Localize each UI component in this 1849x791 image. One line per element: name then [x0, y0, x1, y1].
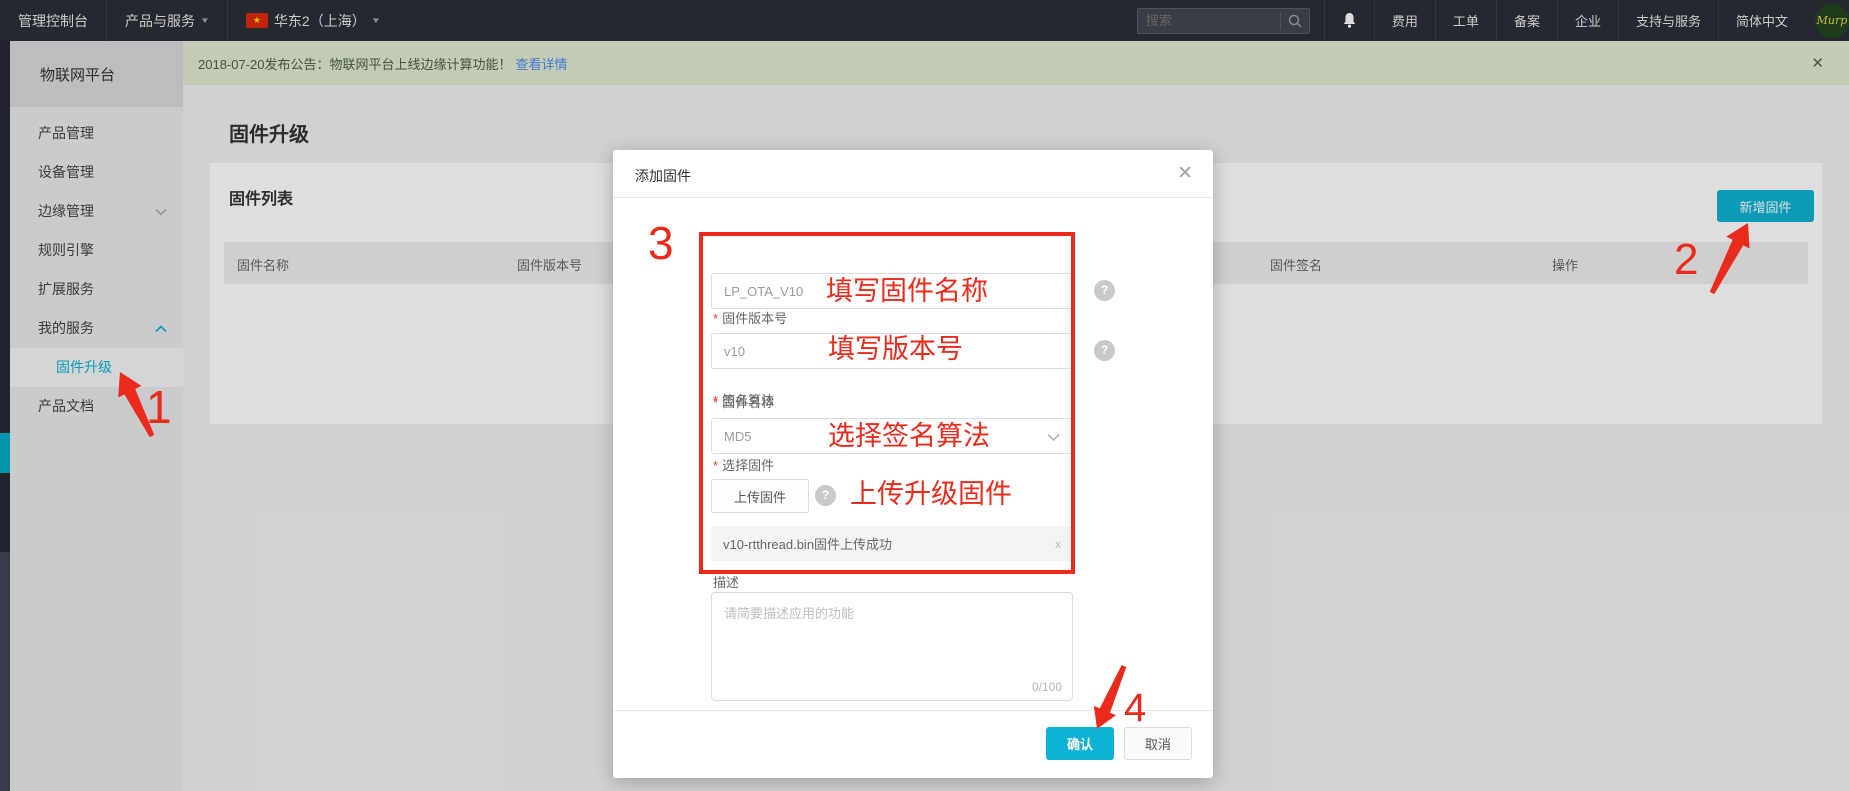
field-label-description: 描述	[713, 572, 739, 591]
modal-footer-divider	[613, 710, 1213, 711]
firmware-name-input[interactable]	[711, 273, 1073, 309]
select-value: MD5	[724, 429, 751, 444]
description-textarea[interactable]	[712, 593, 1072, 700]
help-icon[interactable]: ?	[815, 485, 836, 506]
screen: 管理控制台 产品与服务 ▼ ★ 华东2（上海） ▼	[0, 0, 1849, 791]
chevron-down-icon	[1047, 433, 1060, 442]
description-field: 0/100	[711, 592, 1073, 701]
modal-title: 添加固件	[635, 166, 691, 186]
cancel-button[interactable]: 取消	[1124, 727, 1192, 760]
required-asterisk: *	[713, 393, 718, 408]
field-label-select-firmware: *选择固件	[713, 455, 774, 474]
upload-status-text: v10-rtthread.bin固件上传成功	[723, 534, 892, 553]
field-label-firmware-version: *固件版本号	[713, 308, 787, 327]
char-counter: 0/100	[1032, 680, 1062, 694]
remove-file-icon[interactable]: x	[1055, 537, 1061, 551]
required-asterisk: *	[713, 311, 718, 326]
close-icon[interactable]: ✕	[1177, 162, 1193, 185]
field-label-signature-algorithm: *签名算法	[713, 390, 774, 409]
help-icon[interactable]: ?	[1094, 280, 1115, 301]
upload-status-bar: v10-rtthread.bin固件上传成功 x	[711, 526, 1073, 561]
confirm-button[interactable]: 确认	[1046, 727, 1114, 760]
modal-header-divider	[613, 197, 1213, 198]
firmware-version-input[interactable]	[711, 333, 1073, 369]
upload-firmware-button[interactable]: 上传固件	[711, 479, 809, 513]
required-asterisk: *	[713, 458, 718, 473]
add-firmware-modal: 添加固件 ✕ *固件名称 ? *固件版本号 ? *签名算法 MD5 *选择固件 …	[613, 150, 1213, 778]
help-icon[interactable]: ?	[1094, 340, 1115, 361]
signature-algorithm-select[interactable]: MD5	[711, 418, 1073, 454]
